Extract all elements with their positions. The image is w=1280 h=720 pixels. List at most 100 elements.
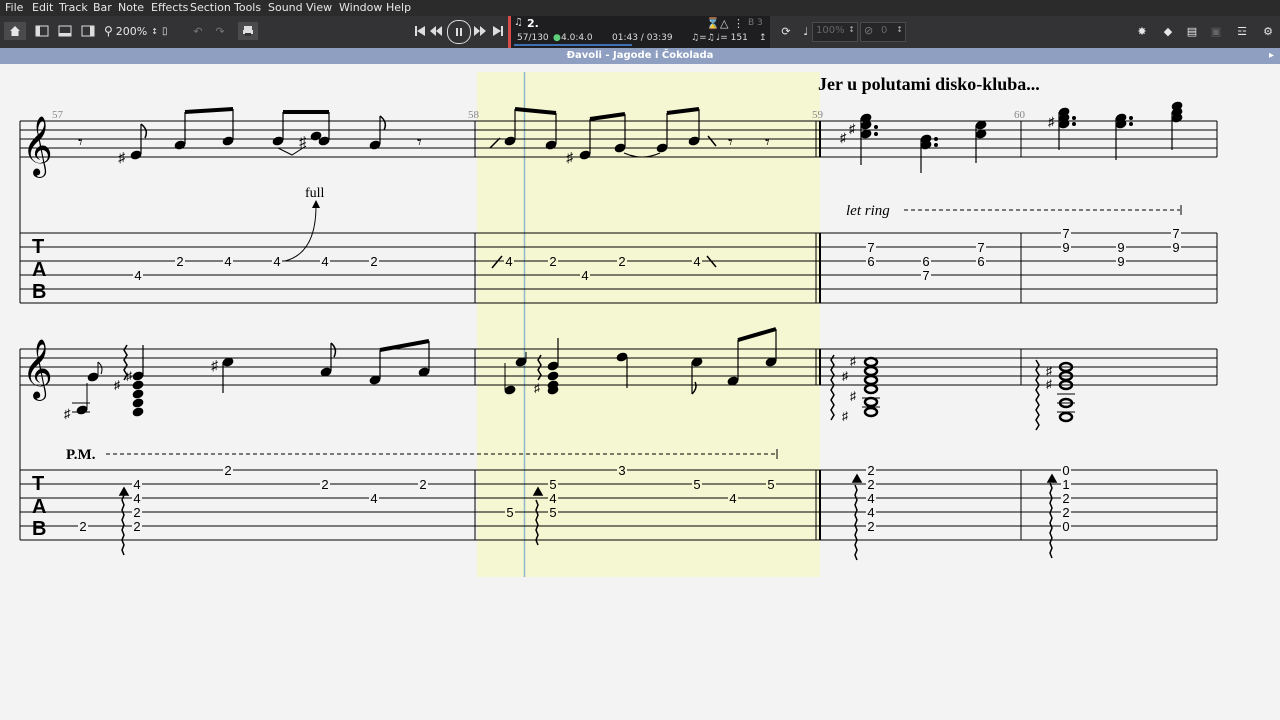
page-view-icon[interactable] xyxy=(32,22,52,40)
menu-sound[interactable]: Sound xyxy=(268,1,303,14)
tab-fret-number[interactable]: 4 xyxy=(549,491,556,506)
menu-edit[interactable]: Edit xyxy=(32,1,53,14)
horizontal-view-icon[interactable] xyxy=(55,22,75,40)
tab-fret-number[interactable]: 4 xyxy=(134,268,141,283)
tab-fret-number[interactable]: 6 xyxy=(867,254,874,269)
tab-fret-number[interactable]: 9 xyxy=(1117,240,1124,255)
tab-fret-number[interactable]: 4 xyxy=(321,254,328,269)
undo-icon[interactable]: ↶ xyxy=(188,22,208,40)
fretboard-icon[interactable]: ☲ xyxy=(1232,22,1252,40)
settings-icon[interactable]: ⚙ xyxy=(1258,22,1278,40)
tab-fret-number[interactable]: 9 xyxy=(1172,240,1179,255)
pause-icon xyxy=(456,28,462,36)
tab-fret-number[interactable]: 4 xyxy=(581,268,588,283)
tab-fret-number[interactable]: 2 xyxy=(867,519,874,534)
document-tab[interactable]: Đavoli - Jagode i Čokolada ▸ xyxy=(0,48,1280,64)
redo-icon[interactable]: ↷ xyxy=(210,22,230,40)
zoom-fit-icon[interactable]: ​▯ xyxy=(162,26,168,37)
tab-fret-number[interactable]: 4 xyxy=(273,254,280,269)
menu-window[interactable]: Window xyxy=(339,1,382,14)
tab-fret-number[interactable]: 0 xyxy=(1062,519,1069,534)
tab-fret-number[interactable]: 2 xyxy=(79,519,86,534)
menu-bar-menu[interactable]: Bar xyxy=(93,1,112,14)
score-page[interactable]: Jer u polutami disko-kluba... 57 58 59 6… xyxy=(0,64,1280,720)
bar-position: 57/130 xyxy=(517,33,549,43)
tab-fret-number[interactable]: 5 xyxy=(549,505,556,520)
panel-view-icon[interactable] xyxy=(78,22,98,40)
tab-fret-number[interactable]: 2 xyxy=(549,254,556,269)
svg-text:♯: ♯ xyxy=(849,121,856,136)
tab-fret-number[interactable]: 6 xyxy=(922,254,929,269)
menu-effects[interactable]: Effects xyxy=(151,1,188,14)
svg-text:♯: ♯ xyxy=(114,378,120,392)
tab-fret-number[interactable]: 2 xyxy=(867,477,874,492)
pause-button[interactable] xyxy=(447,20,471,44)
tab-fret-number[interactable]: 4 xyxy=(133,491,140,506)
time-signature: 4.0:4.0 xyxy=(561,33,593,43)
tab-fret-number[interactable]: 3 xyxy=(618,463,625,478)
tab-fret-number[interactable]: 4 xyxy=(370,491,377,506)
tab-fret-number[interactable]: 7 xyxy=(977,240,984,255)
tab-fret-number[interactable]: 4 xyxy=(867,491,874,506)
tab-fret-number[interactable]: 6 xyxy=(977,254,984,269)
more-icon[interactable]: ⋮ xyxy=(733,17,744,30)
metronome-icon[interactable]: ⌛ xyxy=(706,17,720,30)
tempo-automation-icon[interactable]: ↥ xyxy=(759,33,767,43)
volume-field[interactable]: 100% ↕ xyxy=(812,22,858,42)
tuner-icon[interactable]: △ xyxy=(720,17,728,30)
tab-fret-number[interactable]: 9 xyxy=(1117,254,1124,269)
tab-fret-number[interactable]: 2 xyxy=(1062,491,1069,506)
tab-fret-number[interactable]: 2 xyxy=(133,505,140,520)
tab-fret-number[interactable]: 2 xyxy=(370,254,377,269)
tab-fret-number[interactable]: 9 xyxy=(1062,240,1069,255)
tab-fret-number[interactable]: 7 xyxy=(1062,226,1069,241)
tab-fret-number[interactable]: 2 xyxy=(1062,505,1069,520)
menu-help[interactable]: Help xyxy=(386,1,411,14)
tab-fret-number[interactable]: 5 xyxy=(693,477,700,492)
tab-fret-number[interactable]: 5 xyxy=(549,477,556,492)
tab-fret-number[interactable]: 2 xyxy=(224,463,231,478)
tab-fret-number[interactable]: 7 xyxy=(922,268,929,283)
keyboard-icon[interactable]: ▤ xyxy=(1182,22,1202,40)
home-icon[interactable] xyxy=(4,22,26,40)
tab-fret-number[interactable]: 0 xyxy=(1062,463,1069,478)
tab-fret-number[interactable]: 4 xyxy=(693,254,700,269)
tab-fret-number[interactable]: 7 xyxy=(1172,226,1179,241)
fast-forward-icon[interactable] xyxy=(470,22,490,40)
pan-stepper-icon[interactable]: ↕ xyxy=(896,25,903,34)
menu-view[interactable]: View xyxy=(306,1,332,14)
menu-note[interactable]: Note xyxy=(118,1,144,14)
lock-icon[interactable]: ▣ xyxy=(1206,22,1226,40)
pan-field[interactable]: ⊘ 0 ↕ xyxy=(860,22,906,42)
tab-fret-number[interactable]: 4 xyxy=(133,477,140,492)
print-icon[interactable] xyxy=(238,22,258,40)
tab-fret-number[interactable]: 2 xyxy=(618,254,625,269)
tab-fret-number[interactable]: 4 xyxy=(867,505,874,520)
zoom-stepper-icon[interactable]: ↕ xyxy=(151,27,158,36)
menu-section[interactable]: Section xyxy=(190,1,231,14)
tab-fret-number[interactable]: 2 xyxy=(176,254,183,269)
tab-fret-number[interactable]: 1 xyxy=(1062,477,1069,492)
tab-fret-number[interactable]: 4 xyxy=(729,491,736,506)
tab-fret-number[interactable]: 4 xyxy=(224,254,231,269)
go-to-end-icon[interactable] xyxy=(488,22,508,40)
scroll-right-icon[interactable]: ▸ xyxy=(1269,48,1274,64)
tab-fret-number[interactable]: 7 xyxy=(867,240,874,255)
tab-fret-number[interactable]: 2 xyxy=(867,463,874,478)
tab-fret-number[interactable]: 5 xyxy=(506,505,513,520)
menu-file[interactable]: File xyxy=(5,1,23,14)
zoom-control[interactable]: ⚲ 200% ↕ ​▯ xyxy=(104,22,184,40)
menu-tools[interactable]: Tools xyxy=(234,1,261,14)
tab-fret-number[interactable]: 2 xyxy=(133,519,140,534)
tab-fret-number[interactable]: 2 xyxy=(321,477,328,492)
menu-track[interactable]: Track xyxy=(59,1,88,14)
tab-fret-number[interactable]: 2 xyxy=(419,477,426,492)
volume-stepper-icon[interactable]: ↕ xyxy=(848,25,855,34)
sound-edit-icon[interactable]: ✸ xyxy=(1132,22,1152,40)
tab-fret-number[interactable]: 4 xyxy=(505,254,512,269)
rewind-icon[interactable] xyxy=(426,22,446,40)
loop-icon[interactable]: ⟳ xyxy=(776,22,796,40)
tab-fret-number[interactable]: 5 xyxy=(767,477,774,492)
pick-icon[interactable]: ◆ xyxy=(1158,22,1178,40)
svg-text:B: B xyxy=(32,518,46,540)
